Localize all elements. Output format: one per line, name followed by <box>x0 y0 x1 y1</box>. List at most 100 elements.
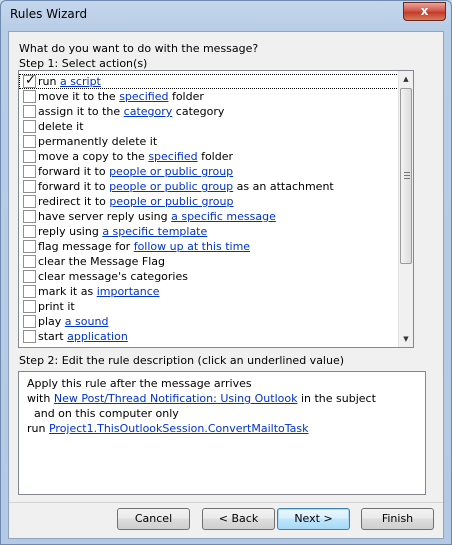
rule-description-box: Apply this rule after the message arrive… <box>18 371 426 495</box>
text-segment: print it <box>38 300 75 313</box>
value-link[interactable]: specified <box>148 150 197 163</box>
finish-button[interactable]: Finish <box>361 508 434 530</box>
text-segment: delete it <box>38 120 84 133</box>
action-item[interactable]: delete it <box>19 119 401 134</box>
value-link[interactable]: New Post/Thread Notification: Using Outl… <box>54 392 298 405</box>
scroll-thumb[interactable] <box>400 88 412 264</box>
action-checkbox[interactable] <box>23 330 36 343</box>
text-segment: folder <box>168 90 204 103</box>
action-checkbox[interactable] <box>23 285 36 298</box>
action-item[interactable]: start application <box>19 329 401 344</box>
value-link[interactable]: importance <box>97 285 160 298</box>
cancel-button[interactable]: Cancel <box>117 508 190 530</box>
value-link[interactable]: people or public group <box>109 195 233 208</box>
scroll-up-arrow-icon[interactable]: ▲ <box>399 72 413 86</box>
dialog-client-area: What do you want to do with the message?… <box>8 31 444 539</box>
description-line: with New Post/Thread Notification: Using… <box>27 391 425 406</box>
step2-label: Step 2: Edit the rule description (click… <box>19 354 345 367</box>
action-item[interactable]: mark it as importance <box>19 284 401 299</box>
step1-label: Step 1: Select action(s) <box>19 57 148 70</box>
text-segment: redirect it to <box>38 195 110 208</box>
text-segment: assign it to the <box>38 105 124 118</box>
value-link[interactable]: follow up at this time <box>134 240 250 253</box>
action-checkbox[interactable] <box>23 120 36 133</box>
action-checkbox[interactable] <box>23 90 36 103</box>
description-line: and on this computer only <box>27 406 425 421</box>
action-item[interactable]: clear the Message Flag <box>19 254 401 269</box>
action-checkbox[interactable] <box>23 300 36 313</box>
action-checkbox[interactable] <box>23 135 36 148</box>
description-line: Apply this rule after the message arrive… <box>27 376 425 391</box>
action-list: ✓ run a script move it to the specified fo… <box>19 73 401 344</box>
back-button[interactable]: < Back <box>202 508 275 530</box>
action-item[interactable]: print it <box>19 299 401 314</box>
value-link[interactable]: Project1.ThisOutlookSession.ConvertMailt… <box>49 422 309 435</box>
action-checkbox[interactable] <box>23 150 36 163</box>
action-checkbox[interactable] <box>23 225 36 238</box>
action-checkbox[interactable] <box>23 270 36 283</box>
action-item[interactable]: redirect it to people or public group <box>19 194 401 209</box>
next-button[interactable]: Next > <box>277 508 350 530</box>
title-bar[interactable]: Rules Wizard x <box>1 1 451 29</box>
text-segment: mark it as <box>38 285 97 298</box>
action-checkbox[interactable] <box>23 255 36 268</box>
action-checkbox[interactable] <box>23 105 36 118</box>
value-link[interactable]: application <box>67 330 128 343</box>
action-checkbox[interactable] <box>23 210 36 223</box>
scroll-down-arrow-icon[interactable]: ▼ <box>399 332 413 346</box>
action-checkbox[interactable]: ✓ <box>23 73 36 88</box>
value-link[interactable]: people or public group <box>109 180 233 193</box>
action-checkbox[interactable] <box>23 180 36 193</box>
divider <box>9 502 443 503</box>
text-segment: start <box>38 330 68 343</box>
action-item[interactable]: forward it to people or public group <box>19 164 401 179</box>
text-segment: play <box>38 315 65 328</box>
action-item[interactable]: forward it to people or public group as … <box>19 179 401 194</box>
action-checkbox[interactable] <box>23 165 36 178</box>
value-link[interactable]: a script <box>60 75 101 88</box>
action-item[interactable]: clear message's categories <box>19 269 401 284</box>
text-segment: move a copy to the <box>38 150 149 163</box>
text-segment: clear the Message Flag <box>38 255 165 268</box>
text-segment: and on this computer only <box>27 407 179 420</box>
text-segment: have server reply using <box>38 210 172 223</box>
action-checkbox[interactable] <box>23 240 36 253</box>
description-line: run Project1.ThisOutlookSession.ConvertM… <box>27 421 425 436</box>
prompt-label: What do you want to do with the message? <box>19 42 259 55</box>
text-segment: in the subject <box>297 392 376 405</box>
action-item[interactable]: assign it to the category category <box>19 104 401 119</box>
text-segment: permanently delete it <box>38 135 158 148</box>
text-segment: reply using <box>38 225 103 238</box>
value-link[interactable]: a sound <box>65 315 109 328</box>
text-segment: run <box>27 422 49 435</box>
text-segment: Apply this rule after the message arrive… <box>27 377 252 390</box>
value-link[interactable]: a specific message <box>171 210 276 223</box>
action-item[interactable]: flag message for follow up at this time <box>19 239 401 254</box>
action-item[interactable]: reply using a specific template <box>19 224 401 239</box>
checkmark-icon: ✓ <box>25 73 36 88</box>
action-item[interactable]: move a copy to the specified folder <box>19 149 401 164</box>
window-title: Rules Wizard <box>10 7 88 21</box>
action-checkbox[interactable] <box>23 315 36 328</box>
text-segment: category <box>172 105 225 118</box>
grip-icon <box>404 172 410 179</box>
value-link[interactable]: people or public group <box>109 165 233 178</box>
action-item[interactable]: play a sound <box>19 314 401 329</box>
action-item[interactable]: move it to the specified folder <box>19 89 401 104</box>
rules-wizard-window: Rules Wizard x What do you want to do wi… <box>0 0 452 545</box>
actions-scrollbar[interactable]: ▲ ▼ <box>398 71 413 347</box>
action-item[interactable]: permanently delete it <box>19 134 401 149</box>
action-item[interactable]: have server reply using a specific messa… <box>19 209 401 224</box>
text-segment: clear message's categories <box>38 270 188 283</box>
value-link[interactable]: category <box>124 105 173 118</box>
text-segment: forward it to <box>38 180 110 193</box>
actions-listbox[interactable]: ✓ run a script move it to the specified fo… <box>18 70 414 348</box>
action-item[interactable]: ✓ run a script <box>19 73 401 89</box>
text-segment: as an attachment <box>233 180 334 193</box>
text-segment: forward it to <box>38 165 110 178</box>
action-checkbox[interactable] <box>23 195 36 208</box>
close-button[interactable]: x <box>403 2 446 21</box>
value-link[interactable]: a specific template <box>102 225 207 238</box>
text-segment: flag message for <box>38 240 134 253</box>
value-link[interactable]: specified <box>119 90 168 103</box>
